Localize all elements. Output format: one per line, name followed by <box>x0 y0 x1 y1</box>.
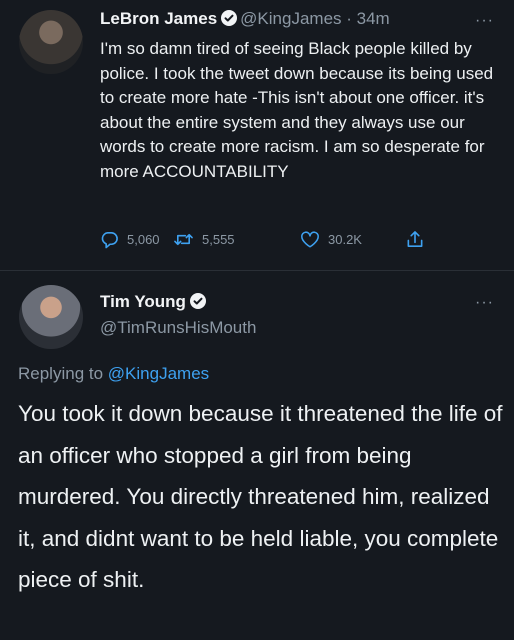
verified-badge-icon <box>221 10 238 31</box>
reply-button[interactable]: 5,060 <box>100 230 160 249</box>
author-handle[interactable]: @TimRunsHisMouth <box>100 318 256 338</box>
heart-icon <box>300 230 320 249</box>
share-icon <box>406 230 424 249</box>
author-handle[interactable]: @KingJames <box>240 9 341 28</box>
verified-badge-icon <box>189 293 206 314</box>
retweet-button[interactable]: 5,555 <box>173 230 235 249</box>
avatar[interactable] <box>19 285 83 349</box>
tweet-time[interactable]: · 34m <box>346 9 389 28</box>
reply-icon <box>100 230 119 249</box>
author-name[interactable]: Tim Young <box>100 292 186 311</box>
retweet-count: 5,555 <box>202 232 235 247</box>
like-button[interactable]: 30.2K <box>300 230 362 249</box>
replying-to: Replying to @KingJames <box>18 364 209 384</box>
divider <box>0 270 514 271</box>
replying-label: Replying to <box>18 364 104 383</box>
avatar[interactable] <box>19 10 83 74</box>
retweet-icon <box>173 230 194 249</box>
reply-author-header: Tim Young <box>100 292 209 314</box>
reply-text: You took it down because it threatened t… <box>18 401 503 592</box>
mention-link[interactable]: @KingJames <box>108 364 209 383</box>
author-name[interactable]: LeBron James <box>100 9 217 28</box>
like-count: 30.2K <box>328 232 362 247</box>
tweet-header: LeBron James @KingJames · 34m <box>100 9 390 31</box>
share-button[interactable] <box>406 230 424 249</box>
more-options-icon[interactable]: ··· <box>475 12 494 30</box>
tweet-actions: 5,060 5,555 30.2K <box>100 230 440 252</box>
reply-count: 5,060 <box>127 232 160 247</box>
tweet-text: I'm so damn tired of seeing Black people… <box>100 39 494 181</box>
more-options-icon[interactable]: ··· <box>475 294 494 312</box>
tweet-card[interactable]: LeBron James @KingJames · 34m ··· I'm so … <box>0 0 514 270</box>
